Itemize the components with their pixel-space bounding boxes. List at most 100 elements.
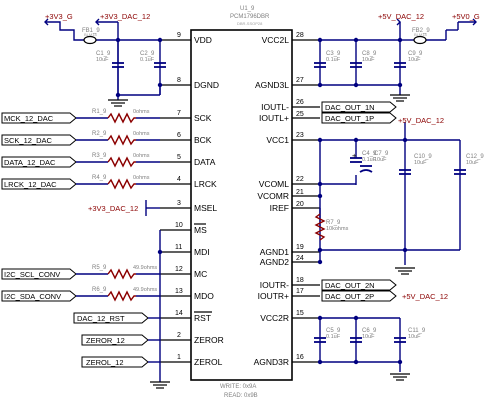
capacitor-icon xyxy=(112,40,124,95)
ground-icon xyxy=(395,267,415,275)
pin-num-1: 1 xyxy=(177,354,181,361)
pin-name-data: DATA xyxy=(194,157,216,167)
pin-num-8: 8 xyxy=(177,77,181,84)
pin-name-mc: MC xyxy=(194,269,207,279)
c10-val: 10uF xyxy=(414,160,427,166)
pin-num-9: 9 xyxy=(177,32,181,39)
pin-name-zeror: ZEROR xyxy=(194,335,224,345)
pin-num-22: 22 xyxy=(296,176,304,183)
c3-val: 0.1uF xyxy=(326,57,341,63)
ferrite-bead-icon: FB2_9 BLM18 xyxy=(412,28,430,45)
pin-num-5: 5 xyxy=(177,154,181,161)
c12-val: 10uF xyxy=(466,160,479,166)
pin-name-lrck: LRCK xyxy=(194,179,217,189)
pin-num-19: 19 xyxy=(296,244,304,251)
svg-text:+: + xyxy=(352,151,357,160)
pin-name-ioutl-plus: IOUTL+ xyxy=(259,113,289,123)
net-zerol: ZEROL_12 xyxy=(86,358,124,367)
r2-ref: R2_9 xyxy=(92,131,107,137)
pin-name-agnd3r: AGND3R xyxy=(254,357,289,367)
pin-name-agnd2: AGND2 xyxy=(260,257,290,267)
net-3v3-dac-top: +3V3_DAC_12 xyxy=(100,12,150,21)
pin-name-zerol: ZEROL xyxy=(194,357,223,367)
r5-ref: R5_9 xyxy=(92,265,107,271)
c2-val: 0.1uF xyxy=(140,57,155,63)
r3-ref: R3_9 xyxy=(92,153,107,159)
pin-name-msel: MSEL xyxy=(194,203,217,213)
net-3v3-dac-msel: +3V3_DAC_12 xyxy=(88,204,138,213)
fb2-part: BLM18 xyxy=(414,32,427,37)
pin-name-agnd3l: AGND3L xyxy=(255,80,289,90)
input-ports xyxy=(1,112,160,368)
pin-name-ioutr-minus: IOUTR- xyxy=(260,280,289,290)
r3-val: 0ohms xyxy=(133,153,150,159)
pin-num-24: 24 xyxy=(296,255,304,262)
pin-num-17: 17 xyxy=(296,288,304,295)
c8-val: 10uF xyxy=(362,57,375,63)
pin-num-23: 23 xyxy=(296,132,304,139)
pin-num-21: 21 xyxy=(296,189,304,196)
net-dac-out-2p: DAC_OUT_2P xyxy=(325,292,374,301)
r1-ref: R1_9 xyxy=(92,109,107,115)
pin-num-11: 11 xyxy=(175,244,182,251)
net-sck: SCK_12_DAC xyxy=(4,136,53,145)
net-lrck: LRCK_12_DAC xyxy=(4,180,57,189)
pin-name-mdo: MDO xyxy=(194,291,214,301)
net-5v-dac-mid: +5V_DAC_12 xyxy=(398,116,444,125)
r7-val: 10kohms xyxy=(326,226,349,232)
r6-ref: R6_9 xyxy=(92,287,107,293)
pin-num-14: 14 xyxy=(175,310,183,317)
net-5v-dac-iout: +5V_DAC_12 xyxy=(402,292,448,301)
pin-name-dgnd: DGND xyxy=(194,80,219,90)
power-5v-section xyxy=(317,21,476,95)
c1-val: 10uF xyxy=(96,57,109,63)
net-data: DATA_12_DAC xyxy=(4,158,56,167)
ground-icon xyxy=(108,99,128,107)
c9-val: 10uF xyxy=(408,57,421,63)
pin-name-vcomr: VCOMR xyxy=(257,191,289,201)
net-mck: MCK_12_DAC xyxy=(4,114,54,123)
vcc2r-section xyxy=(317,315,403,372)
pin-name-ioutr-plus: IOUTR+ xyxy=(258,291,289,301)
ic-footprint: DBR-SSOP28 xyxy=(237,21,263,26)
pin-name-agnd1: AGND1 xyxy=(260,247,290,257)
pin-name-vcoml: VCOML xyxy=(259,179,290,189)
schematic-canvas: U1_9 PCM1796DBR DBR-SSOP28 WRITE: 0x9A R… xyxy=(0,0,502,413)
r4-ref: R4_9 xyxy=(92,175,107,181)
r2-val: 0ohms xyxy=(133,131,150,137)
pin-num-12: 12 xyxy=(175,266,183,273)
fb1-part: BLM18 xyxy=(84,32,97,37)
output-ports xyxy=(321,101,397,302)
pin-num-16: 16 xyxy=(296,354,304,361)
ic-footer-read: READ: 0x9B xyxy=(224,393,258,399)
pin-name-ms: MS xyxy=(194,225,207,235)
pin-num-25: 25 xyxy=(296,111,304,118)
pin-num-6: 6 xyxy=(177,132,181,139)
pin-name-sck: SCK xyxy=(194,113,212,123)
pin-name-iref: IREF xyxy=(270,203,289,213)
pin-num-28: 28 xyxy=(296,32,304,39)
r6-val: 49.9ohms xyxy=(133,287,157,293)
c5-val: 0.1uF xyxy=(326,334,341,340)
pin-name-mdi: MDI xyxy=(194,247,210,257)
ic-part: PCM1796DBR xyxy=(230,14,270,20)
net-rst: DAC_12_RST xyxy=(77,314,125,323)
schematic-svg: U1_9 PCM1796DBR DBR-SSOP28 WRITE: 0x9A R… xyxy=(1,6,484,399)
net-3v3-g: +3V3_G xyxy=(45,12,73,21)
pin-num-26: 26 xyxy=(296,99,304,106)
pin-name-ioutl-minus: IOUTL- xyxy=(261,102,289,112)
pin-name-vcc2r: VCC2R xyxy=(260,313,289,323)
vcc1-section xyxy=(317,122,461,265)
net-5v-dac-top: +5V_DAC_12 xyxy=(378,12,424,21)
ground-icon xyxy=(390,373,410,381)
pin-name-vcc2l: VCC2L xyxy=(262,35,290,45)
pin-num-7: 7 xyxy=(177,110,181,117)
pin-num-15: 15 xyxy=(296,310,304,317)
pin-name-vdd: VDD xyxy=(194,35,212,45)
net-zeror: ZEROR_12 xyxy=(86,336,125,345)
pin-name-rst: RST xyxy=(194,313,211,323)
ground-icon xyxy=(150,381,170,389)
pin-num-2: 2 xyxy=(177,332,181,339)
pin-num-10: 10 xyxy=(175,222,183,229)
pin-num-20: 20 xyxy=(296,201,304,208)
